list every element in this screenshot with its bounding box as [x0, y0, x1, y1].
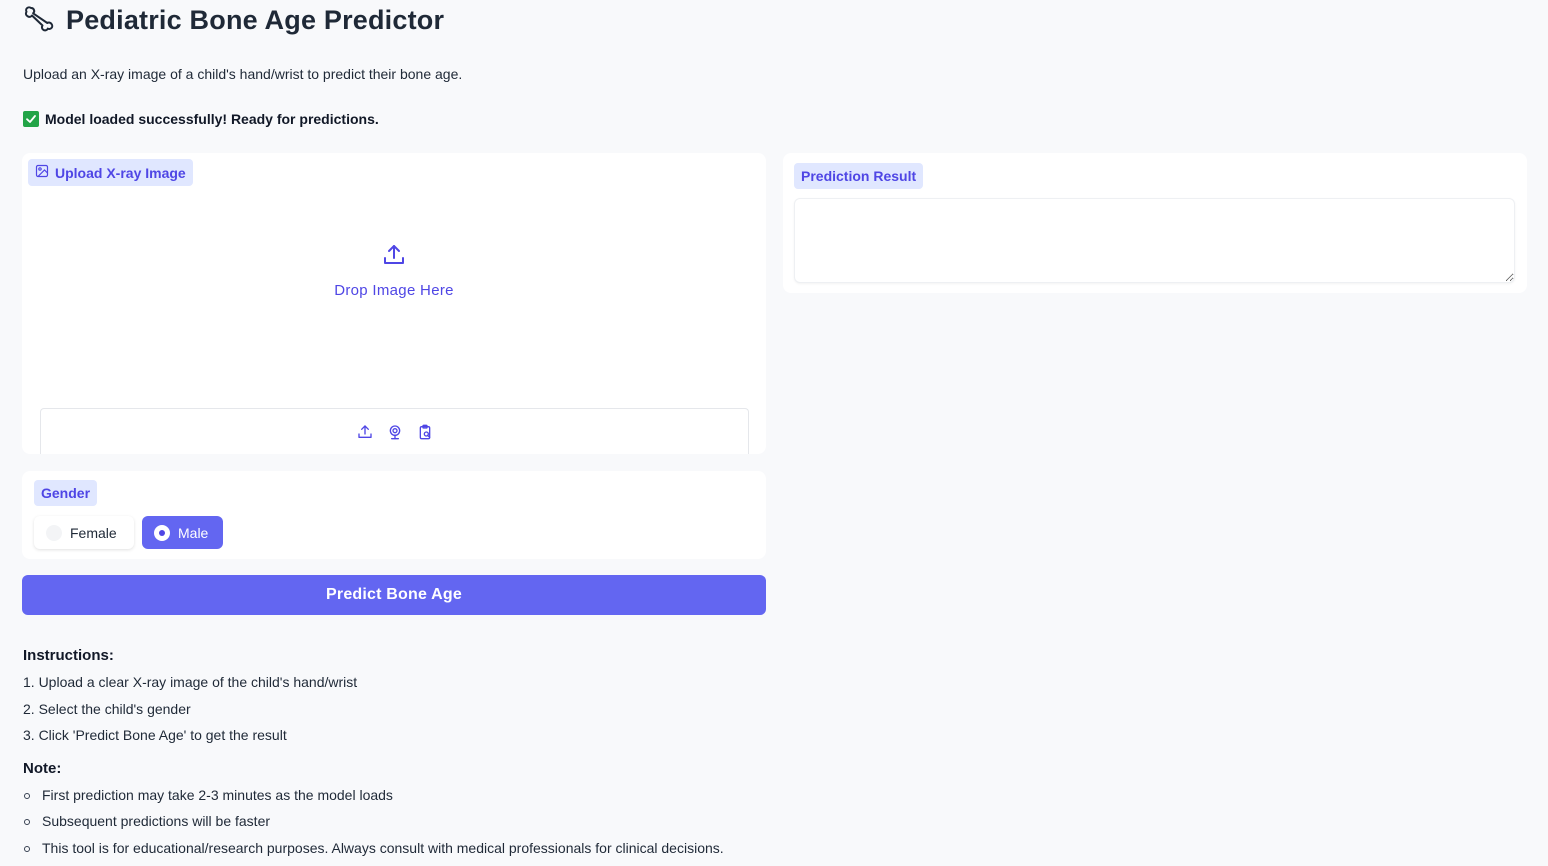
upload-source-icon[interactable]: [356, 423, 374, 441]
result-label-text: Prediction Result: [801, 168, 916, 184]
gender-option-male[interactable]: Male: [142, 516, 223, 549]
instructions-section: Instructions: 1. Upload a clear X-ray im…: [23, 647, 923, 866]
note-heading: Note:: [23, 760, 923, 777]
upload-icon: [382, 243, 406, 272]
status-message: Model loaded successfully! Ready for pre…: [23, 111, 379, 127]
radio-unselected-icon[interactable]: [46, 525, 62, 541]
gender-panel: Gender Female Male: [22, 471, 766, 559]
gender-option-label: Male: [178, 525, 208, 541]
predict-button[interactable]: Predict Bone Age: [22, 575, 766, 615]
instructions-heading: Instructions:: [23, 647, 923, 664]
page-title: Pediatric Bone Age Predictor: [66, 5, 444, 36]
bone-icon: [22, 4, 54, 36]
clipboard-icon[interactable]: [416, 423, 434, 441]
list-item: First prediction may take 2-3 minutes as…: [23, 787, 923, 814]
gender-label: Gender: [34, 480, 97, 506]
image-drop-zone[interactable]: Drop Image Here: [22, 243, 766, 299]
gender-option-label: Female: [70, 525, 117, 541]
status-text: Model loaded successfully! Ready for pre…: [45, 111, 379, 127]
check-icon: [23, 111, 39, 127]
list-item: 2. Select the child's gender: [23, 701, 923, 728]
result-label: Prediction Result: [794, 163, 923, 189]
upload-panel: Upload X-ray Image Drop Image Here: [22, 153, 766, 454]
page-subtitle: Upload an X-ray image of a child's hand/…: [23, 66, 462, 82]
list-item: 1. Upload a clear X-ray image of the chi…: [23, 674, 923, 701]
image-icon: [35, 164, 49, 181]
bullet-icon: [24, 819, 30, 825]
image-source-toolbar: [40, 408, 749, 454]
gender-radio-group: Female Male: [34, 516, 223, 549]
prediction-result-field[interactable]: [794, 198, 1515, 283]
list-item: This tool is for educational/research pu…: [23, 840, 923, 866]
gender-label-text: Gender: [41, 485, 90, 501]
bullet-icon: [24, 846, 30, 852]
note-text: First prediction may take 2-3 minutes as…: [42, 787, 393, 803]
upload-label-text: Upload X-ray Image: [55, 165, 186, 181]
upload-label: Upload X-ray Image: [28, 159, 193, 186]
drop-text: Drop Image Here: [334, 282, 454, 299]
note-text: Subsequent predictions will be faster: [42, 813, 270, 829]
list-item: Subsequent predictions will be faster: [23, 813, 923, 840]
webcam-icon[interactable]: [386, 423, 404, 441]
bullet-icon: [24, 793, 30, 799]
note-text: This tool is for educational/research pu…: [42, 840, 724, 856]
list-item: 3. Click 'Predict Bone Age' to get the r…: [23, 727, 923, 754]
gender-option-female[interactable]: Female: [34, 516, 134, 549]
result-panel: Prediction Result: [783, 153, 1527, 293]
page-header: Pediatric Bone Age Predictor: [22, 4, 444, 36]
radio-selected-icon[interactable]: [154, 525, 170, 541]
